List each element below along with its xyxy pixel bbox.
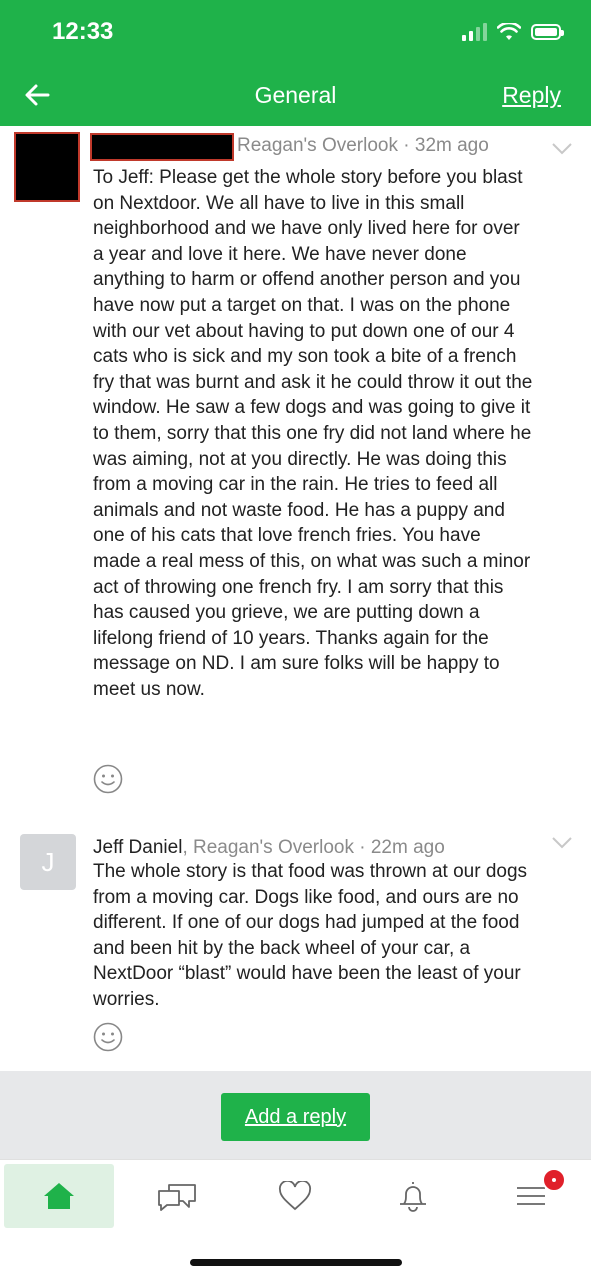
- tab-home[interactable]: [4, 1164, 114, 1228]
- status-time: 12:33: [52, 18, 114, 45]
- chevron-down-icon[interactable]: [551, 142, 573, 156]
- comment-body: To Jeff: Please get the whole story befo…: [93, 167, 533, 700]
- avatar[interactable]: J: [20, 834, 76, 890]
- tab-notifications[interactable]: [358, 1164, 468, 1228]
- cellular-signal-icon: [462, 23, 487, 41]
- comment-body: The whole story is that food was thrown …: [93, 861, 528, 1010]
- author-name[interactable]: Jeff Daniel: [93, 837, 182, 858]
- avatar-redacted[interactable]: [14, 132, 80, 202]
- bell-icon: [400, 1182, 426, 1212]
- comment-item: Reagan's Overlook · 32m ago To Jeff: Ple…: [0, 132, 591, 802]
- author-name-redacted[interactable]: [90, 133, 234, 161]
- tab-favorites[interactable]: [240, 1164, 350, 1228]
- app-header: 12:33 General Reply: [0, 0, 591, 126]
- comment-meta: Jeff Daniel, Reagan's Overlook · 22m ago: [93, 837, 445, 859]
- reaction-smiley-icon[interactable]: [93, 1022, 123, 1052]
- comment-meta: Reagan's Overlook · 32m ago: [237, 135, 489, 156]
- comment-item: J Jeff Daniel, Reagan's Overlook · 22m a…: [0, 834, 591, 1054]
- tab-messages[interactable]: [122, 1164, 232, 1228]
- menu-icon: [517, 1187, 545, 1205]
- home-indicator: [190, 1259, 402, 1266]
- heart-icon: [278, 1181, 312, 1211]
- tab-menu[interactable]: [476, 1164, 586, 1228]
- wifi-icon: [497, 23, 521, 40]
- reply-bar: Add a reply: [0, 1071, 591, 1159]
- battery-icon: [531, 24, 564, 40]
- notification-badge: [542, 1168, 566, 1192]
- chat-icon: [158, 1184, 196, 1211]
- add-reply-button[interactable]: Add a reply: [221, 1093, 370, 1141]
- status-icons: [462, 20, 564, 44]
- comment-meta-text: , Reagan's Overlook · 22m ago: [182, 837, 445, 858]
- home-icon: [44, 1183, 74, 1209]
- reaction-smiley-icon[interactable]: [93, 764, 123, 794]
- chevron-down-icon[interactable]: [551, 836, 573, 850]
- reply-link[interactable]: Reply: [502, 82, 561, 109]
